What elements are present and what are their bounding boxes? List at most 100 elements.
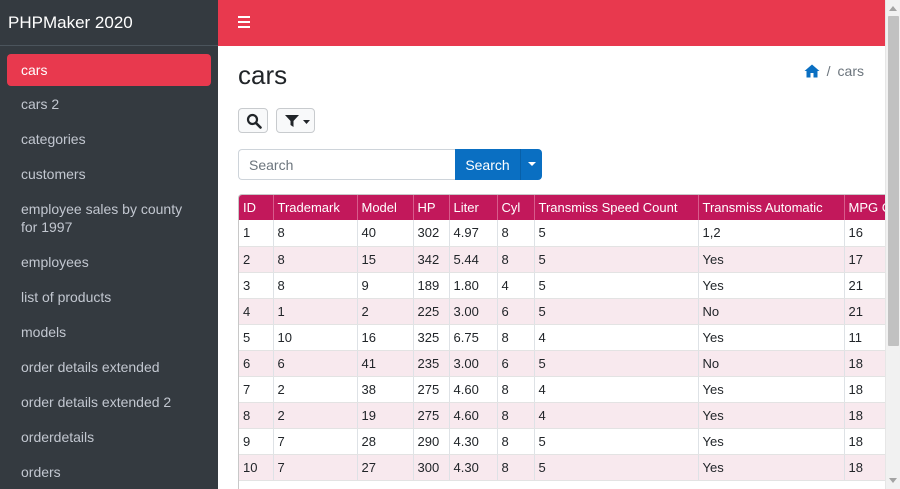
search-toggle-button[interactable] bbox=[238, 108, 268, 133]
hamburger-icon[interactable] bbox=[238, 16, 250, 28]
table-cell: 15 bbox=[357, 246, 414, 273]
table-cell: 17 bbox=[844, 246, 885, 273]
table-cell: 4 bbox=[534, 324, 699, 351]
page-title: cars bbox=[238, 60, 288, 90]
table-cell: 4.60 bbox=[449, 402, 498, 429]
table-cell: 1 bbox=[239, 220, 274, 247]
search-input[interactable] bbox=[238, 149, 455, 180]
table-cell: 5 bbox=[534, 454, 699, 481]
table-cell: 18 bbox=[844, 428, 885, 455]
sidebar-item-orders[interactable]: orders bbox=[7, 455, 211, 489]
chevron-down-icon bbox=[303, 120, 310, 124]
table-cell: No bbox=[698, 298, 845, 325]
table-row[interactable]: 10 7 27 300 4.30 8 5 Yes 18 bbox=[239, 454, 885, 481]
table-cell: 41 bbox=[357, 350, 414, 377]
breadcrumb: / cars bbox=[804, 63, 864, 79]
table-cell: 8 bbox=[497, 402, 535, 429]
sidebar-item-list-of-products[interactable]: list of products bbox=[7, 280, 211, 314]
search-options-dropdown[interactable] bbox=[520, 149, 542, 180]
sidebar-nav: cars cars 2 categories customers employee sa… bbox=[0, 46, 218, 489]
sidebar-item-cars-2[interactable]: cars 2 bbox=[7, 87, 211, 121]
table-cell: 4 bbox=[534, 402, 699, 429]
sidebar-item-orderdetails[interactable]: orderdetails bbox=[7, 420, 211, 454]
table-cell: 27 bbox=[357, 454, 414, 481]
home-icon[interactable] bbox=[804, 64, 820, 78]
table-row[interactable]: 4 1 2 225 3.00 6 5 No 21 bbox=[239, 298, 885, 325]
table-cell: 10 bbox=[239, 454, 274, 481]
table-cell: 6 bbox=[273, 350, 358, 377]
table-cell: 6 bbox=[497, 350, 535, 377]
column-header[interactable]: Liter bbox=[449, 195, 498, 220]
table-cell: 189 bbox=[413, 272, 450, 299]
column-header[interactable]: Transmiss Speed Count bbox=[534, 195, 699, 220]
sidebar-item-categories[interactable]: categories bbox=[7, 122, 211, 156]
table-cell: 5 bbox=[534, 298, 699, 325]
table-cell: 342 bbox=[413, 246, 450, 273]
scroll-up-arrow[interactable] bbox=[889, 6, 897, 11]
column-header[interactable]: Model bbox=[357, 195, 414, 220]
column-header[interactable]: Cyl bbox=[497, 195, 535, 220]
table-cell: 2 bbox=[357, 298, 414, 325]
sidebar-item-order-details-extended-2[interactable]: order details extended 2 bbox=[7, 385, 211, 419]
sidebar: PHPMaker 2020 cars cars 2 categories custom… bbox=[0, 0, 218, 489]
sidebar-item-order-details-extended[interactable]: order details extended bbox=[7, 350, 211, 384]
table-row[interactable]: 3 8 9 189 1.80 4 5 Yes 21 bbox=[239, 272, 885, 299]
table-row[interactable]: 5 10 16 325 6.75 8 4 Yes 11 bbox=[239, 324, 885, 351]
table-cell: Yes bbox=[698, 376, 845, 403]
table-cell: 6 bbox=[497, 298, 535, 325]
table-cell: 225 bbox=[413, 298, 450, 325]
table-cell: 5.44 bbox=[449, 246, 498, 273]
table-row[interactable]: 9 7 28 290 4.30 8 5 Yes 18 bbox=[239, 428, 885, 455]
scrollbar-thumb[interactable] bbox=[888, 16, 899, 346]
sidebar-item-cars[interactable]: cars bbox=[7, 54, 211, 86]
table-cell: 8 bbox=[497, 376, 535, 403]
column-header[interactable]: ID bbox=[239, 195, 274, 220]
main-content: cars / cars Search IDTrademarkModelHPLit… bbox=[218, 46, 885, 489]
top-navbar bbox=[218, 0, 885, 46]
filter-dropdown-button[interactable] bbox=[276, 108, 315, 133]
table-cell: 8 bbox=[497, 220, 535, 247]
table-row[interactable]: 7 2 38 275 4.60 8 4 Yes 18 bbox=[239, 376, 885, 403]
brand-title[interactable]: PHPMaker 2020 bbox=[0, 0, 218, 46]
sidebar-item-employees[interactable]: employees bbox=[7, 245, 211, 279]
table-row[interactable]: 6 6 41 235 3.00 6 5 No 18 bbox=[239, 350, 885, 377]
column-header[interactable]: MPG City bbox=[844, 195, 885, 220]
table-cell: 28 bbox=[357, 428, 414, 455]
table-cell: 8 bbox=[273, 272, 358, 299]
table-cell: 4.30 bbox=[449, 454, 498, 481]
table-cell: 290 bbox=[413, 428, 450, 455]
page-scrollbar[interactable] bbox=[885, 0, 900, 489]
sidebar-item-customers[interactable]: customers bbox=[7, 157, 211, 191]
table-cell: Yes bbox=[698, 402, 845, 429]
table-cell: 2 bbox=[273, 376, 358, 403]
column-header[interactable]: Transmiss Automatic bbox=[698, 195, 845, 220]
table-cell: 1 bbox=[273, 298, 358, 325]
table-cell: 1.80 bbox=[449, 272, 498, 299]
table-cell: 1,2 bbox=[698, 220, 845, 247]
table-cell: 5 bbox=[239, 324, 274, 351]
table-row[interactable]: 2 8 15 342 5.44 8 5 Yes 17 bbox=[239, 246, 885, 273]
table-cell: 18 bbox=[844, 402, 885, 429]
table-cell: 5 bbox=[534, 350, 699, 377]
scroll-down-arrow[interactable] bbox=[889, 478, 897, 483]
table-cell: 5 bbox=[534, 246, 699, 273]
column-header[interactable]: Trademark bbox=[273, 195, 358, 220]
table-cell: 9 bbox=[357, 272, 414, 299]
cars-table: ID Trademark Model HP Liter Cyl Transmiss Spee… bbox=[239, 195, 885, 481]
column-header[interactable]: HP bbox=[413, 195, 450, 220]
table-cell: 6.75 bbox=[449, 324, 498, 351]
table-cell: 8 bbox=[273, 246, 358, 273]
table-cell: 8 bbox=[497, 454, 535, 481]
sidebar-item-employee-sales-by-county-for-1997[interactable]: employee sales by county for 1997 bbox=[7, 192, 211, 244]
table-cell: 5 bbox=[534, 272, 699, 299]
table-cell: 275 bbox=[413, 376, 450, 403]
table-cell: Yes bbox=[698, 428, 845, 455]
table-cell: 5 bbox=[534, 428, 699, 455]
search-button[interactable]: Search bbox=[455, 149, 520, 180]
table-row[interactable]: 1 8 40 302 4.97 8 5 1,2 16 bbox=[239, 220, 885, 247]
table-cell: 18 bbox=[844, 376, 885, 403]
table-cell: 40 bbox=[357, 220, 414, 247]
table-cell: 8 bbox=[239, 402, 274, 429]
sidebar-item-models[interactable]: models bbox=[7, 315, 211, 349]
table-row[interactable]: 8 2 19 275 4.60 8 4 Yes 18 bbox=[239, 402, 885, 429]
